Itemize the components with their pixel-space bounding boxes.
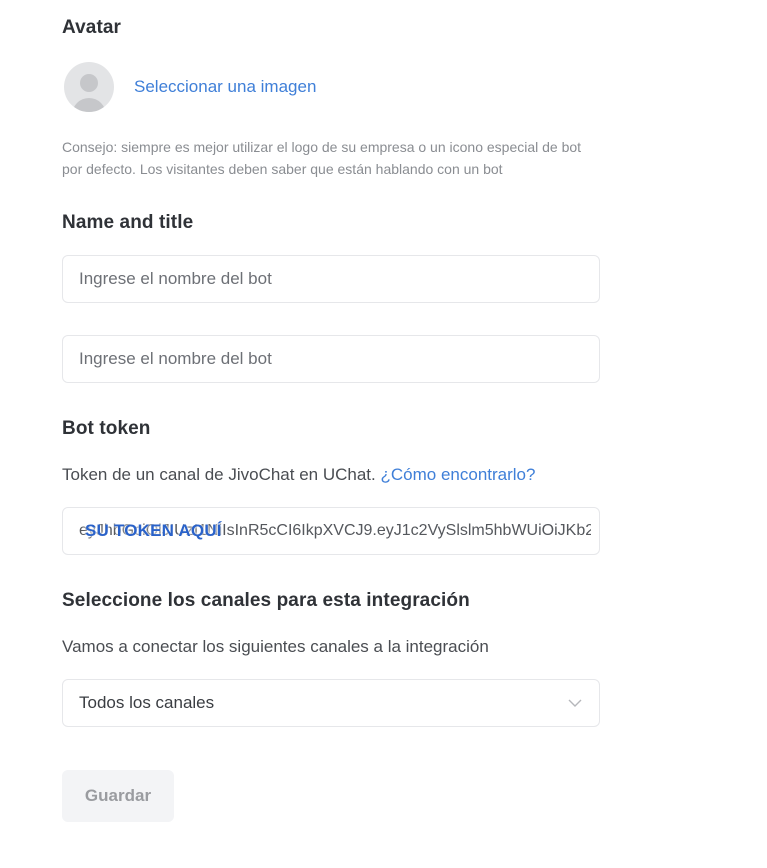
avatar-row: Seleccionar una imagen xyxy=(62,62,316,112)
channels-select[interactable]: Todos los canales xyxy=(62,679,600,727)
avatar-section-title: Avatar xyxy=(62,17,122,38)
chevron-down-icon xyxy=(568,699,582,707)
how-to-find-link[interactable]: ¿Cómo encontrarlo? xyxy=(381,465,536,484)
channels-section-title: Seleccione los canales para esta integra… xyxy=(62,590,470,611)
token-description-text: Token de un canal de JivoChat en UChat. xyxy=(62,465,376,484)
bot-token-field[interactable]: SU TOKEN AQUÍ xyxy=(62,507,600,555)
channels-description: Vamos a conectar los siguientes canales … xyxy=(62,637,489,656)
bot-token-input[interactable] xyxy=(63,508,599,554)
select-image-link[interactable]: Seleccionar una imagen xyxy=(134,77,316,97)
avatar-placeholder-icon[interactable] xyxy=(64,62,114,112)
avatar-hint: Consejo: siempre es mejor utilizar el lo… xyxy=(62,139,582,177)
bot-title-field[interactable] xyxy=(62,335,600,383)
avatar-head-shape xyxy=(80,74,98,92)
name-section-title: Name and title xyxy=(62,212,194,233)
token-section-title: Bot token xyxy=(62,418,151,439)
bot-name-field[interactable] xyxy=(62,255,600,303)
bot-name-input[interactable] xyxy=(63,256,599,302)
token-description: Token de un canal de JivoChat en UChat. … xyxy=(62,465,535,485)
channels-select-value: Todos los canales xyxy=(79,693,215,712)
avatar-body-shape xyxy=(72,98,106,112)
save-button[interactable]: Guardar xyxy=(62,770,174,822)
bot-title-input[interactable] xyxy=(63,336,599,382)
